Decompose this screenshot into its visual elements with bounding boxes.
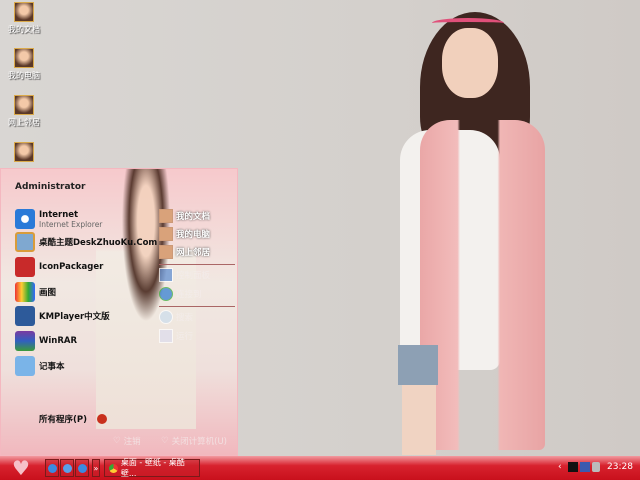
tray-expand-icon[interactable]: ‹ — [558, 462, 562, 472]
menu-item-connect[interactable]: 连接到 — [159, 287, 202, 301]
iconpackager-icon — [15, 257, 35, 277]
user-name: Administrator — [15, 182, 86, 192]
menu-item-paint[interactable]: 画图 — [15, 282, 56, 302]
quicklaunch-more[interactable]: » — [92, 459, 100, 477]
desktop-icon-network[interactable]: 网上邻居 — [4, 95, 44, 128]
globe-icon — [62, 463, 72, 473]
run-icon — [159, 329, 173, 343]
my-computer-icon — [159, 227, 173, 241]
wallpaper-face — [442, 28, 498, 98]
menu-item-winrar[interactable]: WinRAR — [15, 331, 77, 351]
network-icon — [14, 95, 34, 115]
wallpaper-cardigan — [420, 120, 545, 450]
my-documents-icon — [14, 2, 34, 22]
tray-icon-volume[interactable] — [592, 462, 600, 472]
clock[interactable]: 23:28 — [607, 462, 633, 472]
menu-item-internet[interactable]: Internet Internet Explorer — [15, 209, 102, 229]
menu-item-deskzhuoku[interactable]: 桌酷主题DeskZhuoKu.Com — [15, 232, 157, 252]
taskbar: ♥ » 桌面 - 壁纸 - 桌酷壁... ‹ 23:28 — [0, 456, 640, 480]
menu-item-iconpackager[interactable]: IconPackager — [15, 257, 103, 277]
chrome-icon — [109, 463, 118, 473]
paint-icon — [15, 282, 35, 302]
quicklaunch-ie2[interactable] — [75, 459, 89, 477]
tray-icon-1[interactable] — [568, 462, 578, 472]
my-documents-icon — [159, 209, 173, 223]
arrow-right-icon — [97, 414, 107, 424]
wallpaper-shorts — [398, 345, 438, 385]
heart-icon: ♡ — [113, 436, 121, 446]
taskbar-window-button[interactable]: 桌面 - 壁纸 - 桌酷壁... — [104, 458, 200, 478]
menu-item-my-documents[interactable]: 我的文档 — [159, 209, 210, 223]
quicklaunch-ie[interactable] — [45, 459, 59, 477]
notepad-icon — [15, 356, 35, 376]
quicklaunch-browser[interactable] — [60, 459, 74, 477]
all-programs-button[interactable]: 所有程序(P) — [39, 413, 107, 425]
ie-icon — [15, 209, 35, 229]
menu-item-kmplayer[interactable]: KMPlayer中文版 — [15, 306, 110, 326]
menu-item-control-panel[interactable]: 控制面板 — [159, 268, 210, 282]
heart-icon: ♡ — [161, 436, 169, 446]
desktop-icon-my-computer[interactable]: 我的电脑 — [4, 48, 44, 81]
menu-item-notepad[interactable]: 记事本 — [15, 356, 65, 376]
network-icon — [159, 245, 173, 259]
menu-item-search[interactable]: 搜索 — [159, 310, 193, 324]
separator — [159, 306, 235, 307]
separator — [159, 264, 235, 265]
kmplayer-icon — [15, 306, 35, 326]
desk-icon — [15, 232, 35, 252]
start-menu: Administrator Internet Internet Explorer … — [0, 168, 238, 456]
menu-item-network[interactable]: 网上邻居 — [159, 245, 210, 259]
shutdown-button[interactable]: ♡ 关闭计算机(U) — [161, 435, 227, 447]
desktop-icon-my-documents[interactable]: 我的文档 — [4, 2, 44, 35]
globe-icon — [159, 287, 173, 301]
heart-start-icon: ♥ — [12, 456, 30, 480]
desktop-icon-4[interactable] — [4, 142, 44, 164]
search-icon — [159, 310, 173, 324]
menu-item-my-computer[interactable]: 我的电脑 — [159, 227, 210, 241]
winrar-icon — [15, 331, 35, 351]
ie-icon — [47, 463, 57, 473]
control-panel-icon — [159, 268, 173, 282]
wallpaper-headband — [432, 18, 504, 28]
ie-icon — [77, 463, 87, 473]
my-computer-icon — [14, 48, 34, 68]
tray-icon-network[interactable] — [580, 462, 590, 472]
menu-item-run[interactable]: 运行 — [159, 329, 193, 343]
start-button[interactable]: ♥ — [8, 458, 34, 478]
logoff-button[interactable]: ♡ 注销 — [113, 435, 141, 447]
desktop-item-icon — [14, 142, 34, 162]
wallpaper-legs — [402, 385, 436, 455]
